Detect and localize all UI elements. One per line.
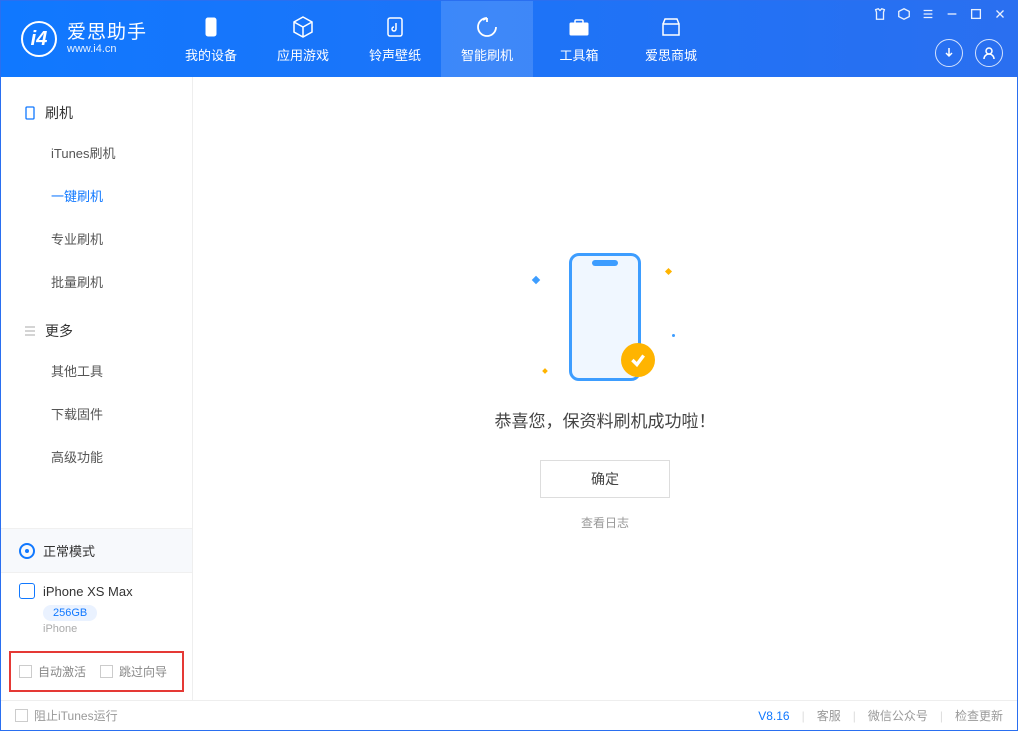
logo-icon: i4 <box>21 21 57 57</box>
app-logo: i4 爱思助手 www.i4.cn <box>1 21 165 57</box>
tshirt-icon[interactable] <box>873 7 887 21</box>
cube-icon <box>291 15 315 39</box>
checkbox-icon <box>100 665 113 678</box>
nav-label: 应用游戏 <box>277 45 329 64</box>
nav-label: 工具箱 <box>560 45 599 64</box>
top-nav: 我的设备 应用游戏 铃声壁纸 智能刷机 工具箱 爱思商城 <box>165 1 717 77</box>
mode-indicator-icon <box>19 543 35 559</box>
checkbox-skip-guide[interactable]: 跳过向导 <box>100 663 167 680</box>
menu-small-icon <box>23 324 37 338</box>
success-illustration <box>525 247 685 387</box>
sidebar: 刷机 iTunes刷机 一键刷机 专业刷机 批量刷机 更多 其他工具 下载固件 … <box>1 77 193 700</box>
minimize-icon[interactable] <box>945 7 959 21</box>
store-icon <box>659 15 683 39</box>
nav-toolbox[interactable]: 工具箱 <box>533 1 625 77</box>
sidebar-section-title: 更多 <box>45 321 73 341</box>
highlighted-options-box: 自动激活 跳过向导 <box>9 651 184 692</box>
ok-button[interactable]: 确定 <box>540 460 670 498</box>
success-message: 恭喜您，保资料刷机成功啦！ <box>495 407 716 432</box>
device-mode-row[interactable]: 正常模式 <box>1 529 192 573</box>
logo-subtitle: www.i4.cn <box>67 43 147 55</box>
version-label: V8.16 <box>758 709 789 723</box>
checkbox-label: 阻止iTunes运行 <box>34 707 118 724</box>
footer-link-support[interactable]: 客服 <box>817 707 841 724</box>
checkbox-block-itunes[interactable]: 阻止iTunes运行 <box>15 707 118 724</box>
music-icon <box>383 15 407 39</box>
nav-smart-flash[interactable]: 智能刷机 <box>441 1 533 77</box>
checkbox-auto-activate[interactable]: 自动激活 <box>19 663 86 680</box>
nav-my-device[interactable]: 我的设备 <box>165 1 257 77</box>
user-button[interactable] <box>975 39 1003 67</box>
nav-apps-games[interactable]: 应用游戏 <box>257 1 349 77</box>
device-icon <box>199 15 223 39</box>
nav-label: 智能刷机 <box>461 45 513 64</box>
menu-icon[interactable] <box>921 7 935 21</box>
nav-ringtones[interactable]: 铃声壁纸 <box>349 1 441 77</box>
checkbox-label: 跳过向导 <box>119 663 167 680</box>
phone-small-icon <box>23 106 37 120</box>
sidebar-item-download-firmware[interactable]: 下载固件 <box>1 392 192 435</box>
sidebar-item-other-tools[interactable]: 其他工具 <box>1 349 192 392</box>
footer-link-update[interactable]: 检查更新 <box>955 707 1003 724</box>
toolbox-icon <box>567 15 591 39</box>
sidebar-section-flash: 刷机 <box>1 95 192 131</box>
sidebar-item-pro[interactable]: 专业刷机 <box>1 217 192 260</box>
footer-link-wechat[interactable]: 微信公众号 <box>868 707 928 724</box>
sidebar-item-batch[interactable]: 批量刷机 <box>1 260 192 303</box>
sidebar-section-more: 更多 <box>1 313 192 349</box>
maximize-icon[interactable] <box>969 7 983 21</box>
sidebar-item-oneclick[interactable]: 一键刷机 <box>1 174 192 217</box>
close-icon[interactable] <box>993 7 1007 21</box>
checkbox-icon <box>15 709 28 722</box>
main-content: 恭喜您，保资料刷机成功啦！ 确定 查看日志 <box>193 77 1017 700</box>
checkmark-icon <box>621 343 655 377</box>
refresh-icon <box>475 15 499 39</box>
device-mode-label: 正常模式 <box>43 541 95 560</box>
capacity-badge: 256GB <box>43 605 97 621</box>
download-button[interactable] <box>935 39 963 67</box>
nav-label: 铃声壁纸 <box>369 45 421 64</box>
sidebar-item-itunes[interactable]: iTunes刷机 <box>1 131 192 174</box>
device-type: iPhone <box>1 623 192 643</box>
cube-small-icon[interactable] <box>897 7 911 21</box>
nav-store[interactable]: 爱思商城 <box>625 1 717 77</box>
checkbox-icon <box>19 665 32 678</box>
device-name: iPhone XS Max <box>43 584 133 599</box>
device-name-row[interactable]: iPhone XS Max <box>1 573 192 601</box>
sidebar-section-title: 刷机 <box>45 103 73 123</box>
checkbox-label: 自动激活 <box>38 663 86 680</box>
view-log-link[interactable]: 查看日志 <box>581 514 629 531</box>
phone-icon <box>19 583 35 599</box>
logo-title: 爱思助手 <box>67 23 147 44</box>
sidebar-item-advanced[interactable]: 高级功能 <box>1 435 192 478</box>
nav-label: 爱思商城 <box>645 45 697 64</box>
footer: 阻止iTunes运行 V8.16 | 客服 | 微信公众号 | 检查更新 <box>1 700 1017 730</box>
nav-label: 我的设备 <box>185 45 237 64</box>
